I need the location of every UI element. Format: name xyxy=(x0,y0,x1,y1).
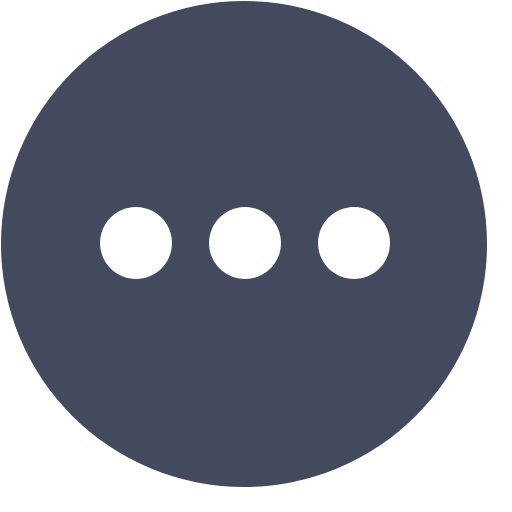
canvas xyxy=(0,0,512,512)
more-options-button[interactable] xyxy=(1,1,487,487)
dot-icon xyxy=(100,207,172,279)
dot-icon xyxy=(318,207,390,279)
dot-icon xyxy=(209,207,281,279)
